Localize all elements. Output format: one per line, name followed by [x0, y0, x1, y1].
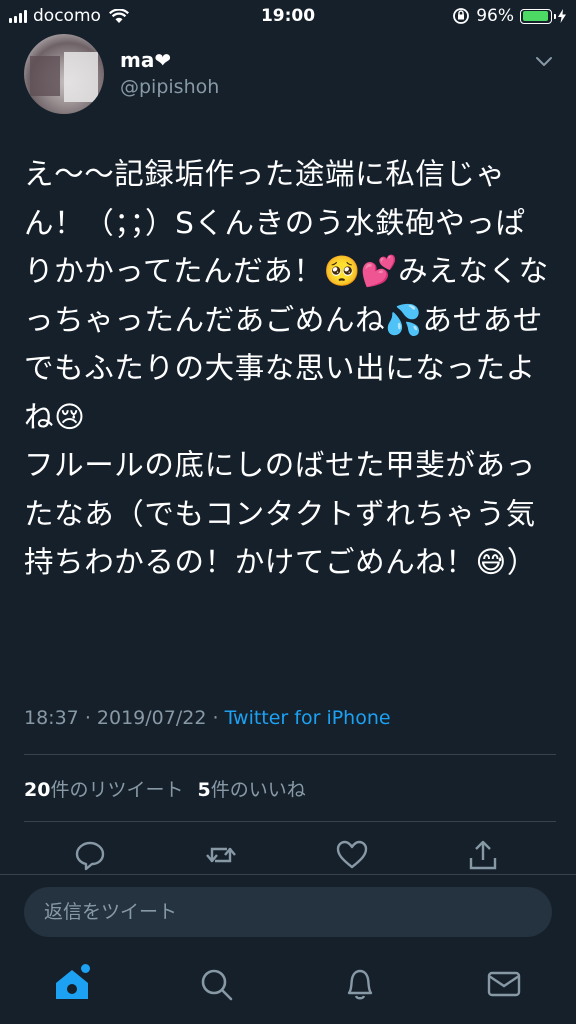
tab-messages[interactable]: [484, 964, 524, 1004]
notifications-icon: [347, 969, 373, 1000]
tab-home[interactable]: [52, 964, 92, 1004]
charging-icon: [558, 9, 566, 23]
reply-bar: 返信をツイート: [0, 874, 576, 950]
rotation-lock-icon: [453, 8, 470, 24]
messages-icon: [487, 971, 521, 997]
status-right: 96%: [452, 6, 566, 26]
tweet-source-link[interactable]: Twitter for iPhone: [225, 707, 391, 729]
avatar-photo-highlight: [64, 52, 98, 102]
chevron-down-icon[interactable]: [535, 56, 553, 68]
tab-search[interactable]: [196, 964, 236, 1004]
divider: [24, 754, 556, 755]
tweet-stats: 20件のリツイート 5件のいいね: [24, 775, 306, 802]
battery-percentage: 96%: [476, 6, 514, 26]
meta-separator: ·: [84, 707, 91, 729]
author-handle[interactable]: @pipishoh: [120, 76, 219, 98]
meta-separator: ·: [212, 707, 219, 729]
battery-level: [522, 11, 549, 21]
avatar-photo-shade: [30, 56, 60, 96]
share-button[interactable]: [466, 838, 500, 872]
tab-bar: [0, 950, 576, 1024]
like-count: 5: [197, 779, 211, 801]
retweet-count: 20: [24, 779, 51, 801]
retweet-icon: [206, 847, 236, 863]
likes-stat[interactable]: 5件のいいね: [197, 779, 305, 801]
reply-icon: [75, 841, 105, 871]
tweet-time: 18:37: [24, 707, 79, 729]
tweet-text: え〜〜記録垢作った途端に私信じゃん！（；；）Sくんきのう水鉄砲やっぱりかかってた…: [24, 157, 549, 579]
reply-input[interactable]: 返信をツイート: [24, 887, 552, 937]
retweets-stat[interactable]: 20件のリツイート: [24, 779, 183, 801]
status-bar: docomo 19:00 96%: [0, 0, 576, 34]
notification-dot: [81, 964, 90, 973]
like-label: 件のいいね: [210, 779, 306, 801]
tab-notifications[interactable]: [340, 964, 380, 1004]
tweet-meta: 18:37 · 2019/07/22 · Twitter for iPhone: [24, 707, 391, 729]
like-button[interactable]: [335, 838, 369, 872]
share-icon: [469, 840, 497, 870]
reply-button[interactable]: [73, 838, 107, 872]
retweet-button[interactable]: [204, 838, 238, 872]
search-icon: [201, 969, 233, 1001]
divider: [24, 821, 556, 822]
avatar[interactable]: [24, 34, 104, 114]
like-icon: [336, 840, 368, 869]
battery-icon: [520, 8, 556, 24]
tweet-date: 2019/07/22: [96, 707, 207, 729]
author-display-name[interactable]: ma❤: [120, 48, 171, 72]
retweet-label: 件のリツイート: [50, 779, 184, 801]
